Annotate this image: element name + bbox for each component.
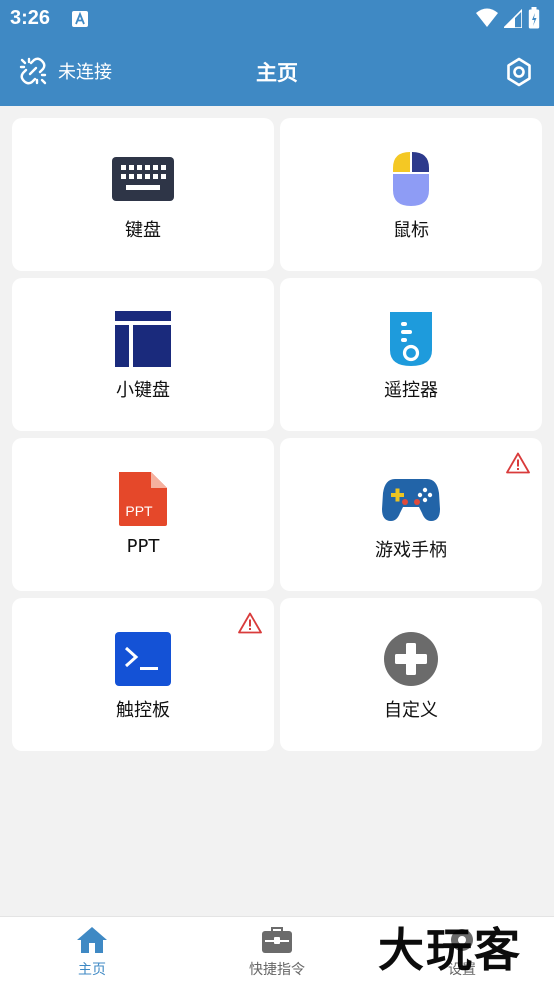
keyboard-icon	[112, 148, 174, 210]
tile-label: 小键盘	[116, 380, 170, 401]
ppt-file-icon: PPT	[112, 468, 174, 530]
terminal-icon	[112, 628, 174, 690]
home-icon	[77, 927, 107, 953]
tile-label: 自定义	[384, 700, 438, 721]
text-notification-icon	[72, 11, 88, 27]
tile-mouse[interactable]: 鼠标	[280, 118, 542, 271]
numpad-icon	[112, 308, 174, 370]
connection-status[interactable]: 未连接	[18, 56, 112, 86]
tile-label: 鼠标	[393, 220, 429, 241]
add-circle-icon	[380, 628, 442, 690]
warning-icon	[238, 612, 262, 634]
tile-custom[interactable]: 自定义	[280, 598, 542, 751]
settings-icon	[451, 929, 473, 951]
tile-label: 游戏手柄	[375, 540, 447, 561]
tile-remote[interactable]: 遥控器	[280, 278, 542, 431]
ppt-icon-text: PPT	[125, 503, 153, 519]
battery-icon	[528, 7, 540, 29]
tile-label: 键盘	[125, 220, 161, 241]
tile-keyboard[interactable]: 键盘	[12, 118, 274, 271]
tile-touchpad[interactable]: 触控板	[12, 598, 274, 751]
nav-label: 主页	[78, 962, 106, 978]
feature-grid: 键盘 鼠标 小键盘 遥控器 PPT PPT 游戏手柄 触控板 自定义	[12, 118, 542, 751]
tile-ppt[interactable]: PPT PPT	[12, 438, 274, 591]
tile-label: PPT	[126, 536, 160, 557]
app-bar: 未连接 主页	[0, 38, 554, 106]
mouse-icon	[380, 148, 442, 210]
tile-label: 遥控器	[384, 380, 438, 401]
nav-shortcuts[interactable]: 快捷指令	[217, 925, 337, 979]
gear-icon[interactable]	[504, 57, 534, 87]
nav-home[interactable]: 主页	[32, 925, 152, 979]
tile-gamepad[interactable]: 游戏手柄	[280, 438, 542, 591]
tile-label: 触控板	[116, 700, 170, 721]
nav-label: 设置	[448, 962, 476, 978]
warning-icon	[506, 452, 530, 474]
gamepad-icon	[380, 468, 442, 530]
status-time: 3:26	[10, 7, 51, 29]
bottom-nav: 主页 快捷指令 设置	[0, 916, 554, 985]
status-bar: 3:26	[0, 0, 554, 38]
status-icons	[476, 7, 540, 29]
signal-icon	[504, 8, 522, 28]
broken-link-icon	[19, 57, 47, 85]
wifi-icon	[476, 8, 498, 27]
toolbox-icon	[262, 927, 292, 953]
remote-control-icon	[380, 308, 442, 370]
connection-label: 未连接	[58, 62, 112, 83]
nav-label: 快捷指令	[249, 962, 305, 978]
nav-settings[interactable]: 设置	[402, 925, 522, 979]
tile-numpad[interactable]: 小键盘	[12, 278, 274, 431]
